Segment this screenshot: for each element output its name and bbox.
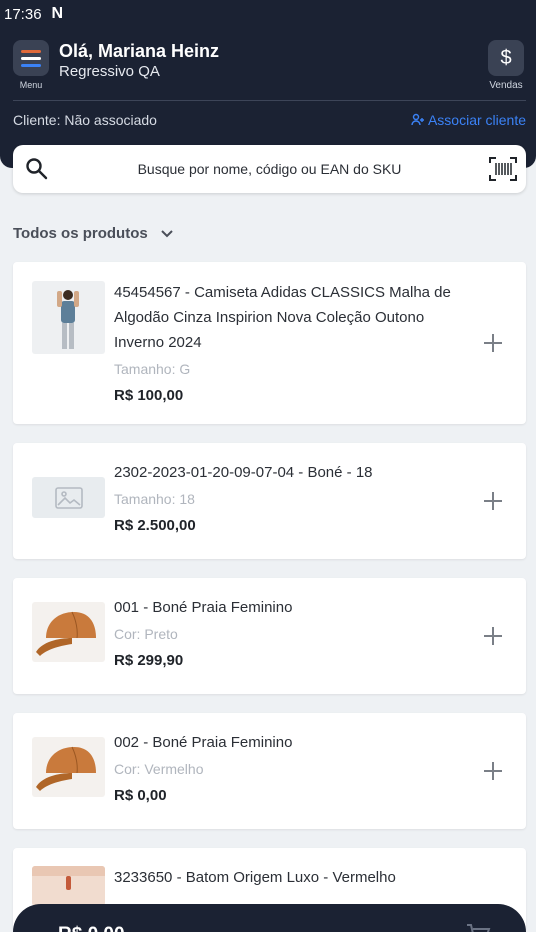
chevron-down-icon bbox=[161, 229, 173, 237]
search-icon bbox=[26, 158, 48, 180]
product-image bbox=[32, 281, 105, 354]
product-attribute: Cor: Preto bbox=[114, 626, 178, 642]
associar-cliente-label: Associar cliente bbox=[427, 112, 526, 128]
notification-icon: N bbox=[51, 5, 64, 22]
menu-bar-icon bbox=[21, 63, 41, 67]
filter-label: Todos os produtos bbox=[13, 225, 148, 242]
cart-icon bbox=[467, 924, 491, 932]
product-name: 002 - Boné Praia Feminino bbox=[114, 734, 293, 751]
product-card[interactable]: 45454567 - Camiseta Adidas CLASSICS Malh… bbox=[13, 262, 526, 424]
associar-cliente-link[interactable]: Associar cliente bbox=[411, 112, 526, 128]
product-price: R$ 299,90 bbox=[114, 652, 184, 669]
cliente-status: Cliente: Não associado bbox=[13, 112, 157, 128]
product-price: R$ 100,00 bbox=[114, 387, 184, 404]
dollar-icon: $ bbox=[500, 46, 512, 69]
product-name: 001 - Boné Praia Feminino bbox=[114, 599, 293, 616]
cap-image bbox=[32, 737, 105, 797]
product-attribute: Cor: Vermelho bbox=[114, 761, 204, 777]
product-name: 3233650 - Batom Origem Luxo - Vermelho bbox=[114, 869, 396, 886]
product-filter-dropdown[interactable]: Todos os produtos bbox=[13, 225, 174, 242]
app-header: 17:36 N Menu Olá, Mariana Heinz Regressi… bbox=[0, 0, 536, 168]
cart-total: R$ 0,00 bbox=[58, 924, 125, 932]
barcode-scan-icon[interactable] bbox=[488, 155, 518, 183]
status-bar: 17:36 N bbox=[4, 5, 63, 23]
product-name: 2302-2023-01-20-09-07-04 - Boné - 18 bbox=[114, 464, 373, 481]
greeting-title: Olá, Mariana Heinz bbox=[59, 41, 220, 61]
vendas-button[interactable]: $ bbox=[488, 40, 524, 76]
menu-bar-icon bbox=[21, 56, 41, 60]
add-icon[interactable] bbox=[481, 331, 505, 355]
search-bar[interactable]: Busque por nome, código ou EAN do SKU bbox=[13, 145, 526, 193]
product-card[interactable]: 002 - Boné Praia Feminino Cor: Vermelho … bbox=[13, 713, 526, 829]
product-name: 45454567 - Camiseta Adidas CLASSICS Malh… bbox=[114, 284, 451, 351]
lipstick-image bbox=[32, 866, 105, 906]
add-icon[interactable] bbox=[481, 624, 505, 648]
product-price: R$ 0,00 bbox=[114, 787, 167, 804]
menu-label: Menu bbox=[19, 80, 43, 90]
status-time: 17:36 bbox=[4, 5, 42, 23]
product-card[interactable]: 001 - Boné Praia Feminino Cor: Preto R$ … bbox=[13, 578, 526, 694]
product-price: R$ 2.500,00 bbox=[114, 517, 196, 534]
vendas-label: Vendas bbox=[489, 80, 523, 91]
placeholder-image-icon bbox=[32, 477, 105, 518]
product-card[interactable]: 2302-2023-01-20-09-07-04 - Boné - 18 Tam… bbox=[13, 443, 526, 559]
menu-button[interactable] bbox=[13, 40, 49, 76]
product-attribute: Tamanho: 18 bbox=[114, 491, 195, 507]
menu-bar-icon bbox=[21, 49, 41, 53]
search-placeholder: Busque por nome, código ou EAN do SKU bbox=[137, 161, 402, 177]
add-person-icon bbox=[411, 113, 424, 126]
add-icon[interactable] bbox=[481, 489, 505, 513]
product-attribute: Tamanho: G bbox=[114, 361, 191, 377]
cart-bar[interactable]: R$ 0,00 bbox=[13, 904, 526, 932]
add-icon[interactable] bbox=[481, 759, 505, 783]
store-subtitle: Regressivo QA bbox=[59, 63, 160, 80]
header-divider bbox=[13, 100, 526, 101]
cap-image bbox=[32, 602, 105, 662]
